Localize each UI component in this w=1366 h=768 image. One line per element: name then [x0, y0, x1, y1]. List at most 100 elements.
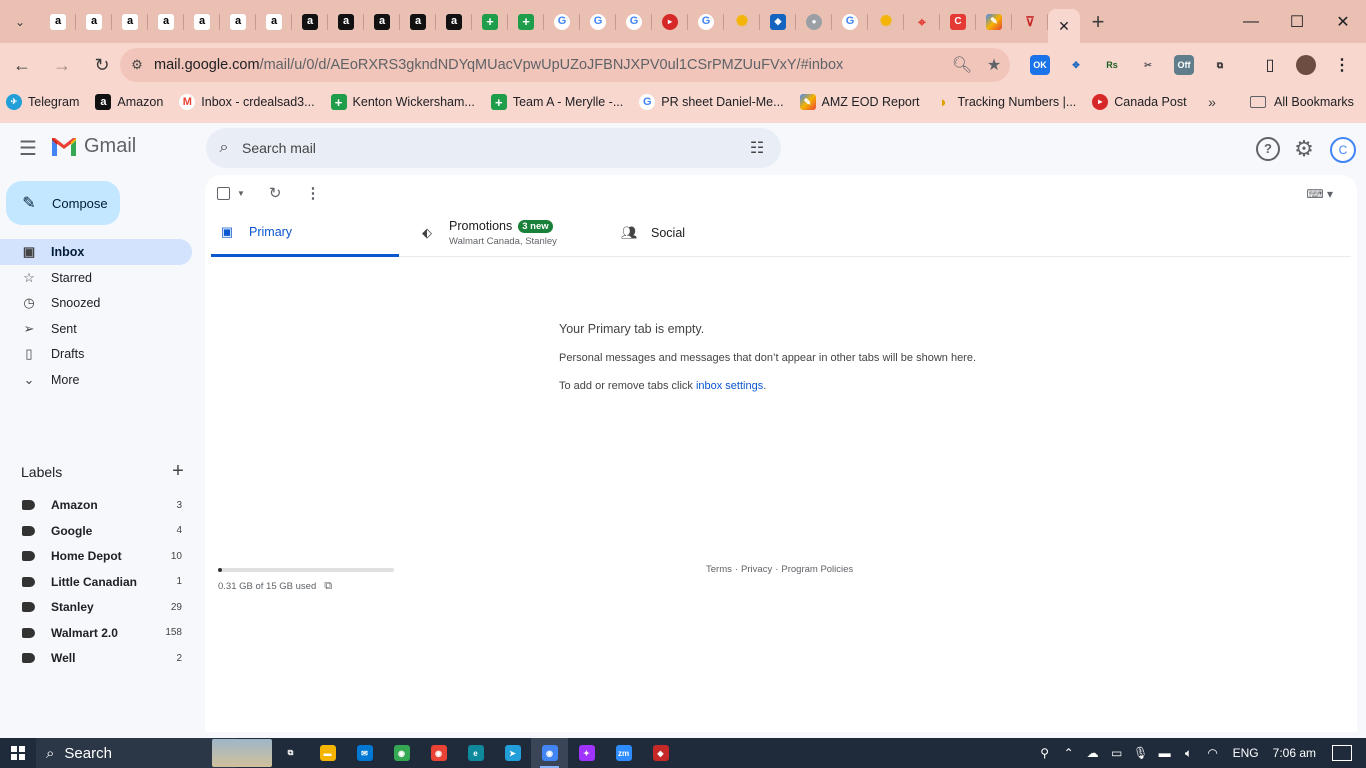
new-tab-button[interactable]: +	[1080, 0, 1116, 43]
label-item[interactable]: Amazon 3	[0, 493, 192, 517]
bookmark-gmail[interactable]: M Inbox - crdealsad3...	[179, 94, 315, 110]
browser-tab[interactable]: a	[148, 0, 184, 43]
side-panel-icon[interactable]: ▯	[1252, 48, 1288, 82]
taskbar-search[interactable]: ⌕ Search	[36, 738, 236, 768]
bookmark-rainbow[interactable]: ✎ AMZ EOD Report	[799, 94, 919, 110]
browser-tab[interactable]: G	[688, 0, 724, 43]
clock[interactable]: 7:06 am	[1273, 746, 1316, 760]
bookmark-google[interactable]: G PR sheet Daniel-Me...	[639, 94, 784, 110]
main-menu-icon[interactable]: ☰	[16, 137, 40, 161]
bookmark-canada-post[interactable]: ▸ Canada Post	[1092, 94, 1187, 110]
back-button[interactable]: ←	[4, 47, 40, 83]
browser-tab[interactable]: G	[832, 0, 868, 43]
people-search-icon[interactable]: ⚲	[1033, 746, 1057, 760]
taskbar-app-other-app[interactable]: ◆	[642, 738, 679, 768]
bookmark-sheets[interactable]: + Kenton Wickersham...	[330, 94, 475, 110]
taskbar-app-telegram[interactable]: ➤	[494, 738, 531, 768]
help-icon[interactable]: ?	[1256, 137, 1280, 161]
close-tab-icon[interactable]: ✕	[1058, 18, 1070, 35]
extension-button[interactable]: ✥	[1058, 48, 1094, 82]
browser-tab[interactable]: G	[544, 0, 580, 43]
bookmark-amazon[interactable]: a Amazon	[95, 94, 163, 110]
create-label-icon[interactable]: +	[170, 460, 186, 483]
microphone-icon[interactable]: 🎙︎	[1129, 746, 1153, 760]
bookmark-sheets[interactable]: + Team A - Merylle -...	[490, 94, 623, 110]
browser-tab[interactable]: a	[328, 0, 364, 43]
browser-tab[interactable]: ✺	[724, 0, 760, 43]
taskbar-app-zoom[interactable]: zm	[605, 738, 642, 768]
reload-button[interactable]: ↻	[84, 47, 120, 83]
browser-tab[interactable]: a	[112, 0, 148, 43]
language-indicator[interactable]: ENG	[1233, 746, 1259, 760]
address-bar[interactable]: ⚙ mail.google.com/mail/u/0/d/AEoRXRS3gkn…	[120, 48, 1010, 82]
taskbar-app-edge[interactable]: e	[457, 738, 494, 768]
sidebar-item-drafts[interactable]: ▯ Drafts	[0, 341, 192, 367]
sidebar-item-sent[interactable]: ➢ Sent	[0, 316, 192, 342]
zoom-search-icon[interactable]: 🔍︎	[946, 55, 978, 75]
taskbar-app-chrome[interactable]: ◉	[383, 738, 420, 768]
extension-button[interactable]: OK	[1022, 48, 1058, 82]
browser-tab[interactable]: +	[508, 0, 544, 43]
wifi-icon[interactable]: ◠	[1201, 746, 1225, 760]
show-hidden-icons-icon[interactable]: ⌃	[1057, 746, 1081, 760]
start-button[interactable]	[0, 738, 36, 768]
url-text[interactable]: mail.google.com/mail/u/0/d/AEoRXRS3gkndN…	[154, 57, 946, 73]
bookmarks-overflow-icon[interactable]: »	[1200, 87, 1224, 117]
bookmark-telegram[interactable]: ✈ Telegram	[6, 94, 79, 110]
privacy-link[interactable]: Privacy	[741, 564, 772, 575]
browser-tab[interactable]: ⊽	[1012, 0, 1048, 43]
refresh-icon[interactable]: ↻	[269, 184, 282, 202]
settings-gear-icon[interactable]: ⚙	[1290, 135, 1318, 163]
browser-tab[interactable]: a	[364, 0, 400, 43]
label-item[interactable]: Home Depot 10	[0, 544, 192, 568]
battery-icon[interactable]: ▬	[1153, 746, 1177, 760]
tab-search-chevron-icon[interactable]: ⌄	[0, 0, 40, 43]
search-options-icon[interactable]: ☷	[733, 138, 781, 158]
extension-button[interactable]: Rs	[1094, 48, 1130, 82]
sidebar-item-inbox[interactable]: ▣ Inbox	[0, 239, 192, 265]
terms-link[interactable]: Terms	[706, 564, 732, 575]
label-item[interactable]: Stanley 29	[0, 595, 192, 619]
device-icon[interactable]: ▭	[1105, 746, 1129, 760]
active-tab[interactable]: ✕	[1048, 9, 1080, 43]
taskbar-app-mail[interactable]: ✉	[346, 738, 383, 768]
browser-tab[interactable]: a	[292, 0, 328, 43]
bookmark-taco[interactable]: ◗ Tracking Numbers |...	[935, 94, 1076, 110]
account-avatar[interactable]: C	[1330, 137, 1356, 163]
taskbar-app-messenger[interactable]: ✦	[568, 738, 605, 768]
browser-tab[interactable]: ✎	[976, 0, 1012, 43]
extension-button[interactable]: ⧉	[1202, 48, 1238, 82]
taskbar-app-file-explorer[interactable]: ▬	[309, 738, 346, 768]
extension-button[interactable]: ✂	[1130, 48, 1166, 82]
tab-social[interactable]: 👥︎ Social	[621, 209, 771, 257]
browser-tab[interactable]: ⌖	[904, 0, 940, 43]
forward-button[interactable]: →	[44, 47, 80, 83]
browser-tab[interactable]: G	[580, 0, 616, 43]
select-all-checkbox[interactable]	[217, 186, 230, 200]
volume-icon[interactable]: 🔈︎	[1177, 746, 1201, 761]
browser-tab[interactable]: G	[616, 0, 652, 43]
select-dropdown-icon[interactable]: ▼	[237, 189, 245, 198]
sidebar-item-starred[interactable]: ☆ Starred	[0, 265, 192, 291]
extension-button[interactable]: Off	[1166, 48, 1202, 82]
gmail-logo[interactable]: Gmail	[50, 135, 136, 158]
more-actions-icon[interactable]: ⋮	[306, 184, 321, 202]
program-policies-link[interactable]: Program Policies	[781, 564, 853, 575]
browser-tab[interactable]: C	[940, 0, 976, 43]
tab-promotions[interactable]: ⬖ Promotions 3 new Walmart Canada, Stanl…	[419, 209, 609, 257]
sidebar-item-more[interactable]: ⌄ More	[0, 367, 192, 393]
tab-primary[interactable]: ▣ Primary	[211, 209, 399, 257]
search-input[interactable]	[242, 128, 733, 168]
compose-button[interactable]: ✎ Compose	[6, 181, 120, 225]
label-item[interactable]: Little Canadian 1	[0, 570, 192, 594]
browser-tab[interactable]: ●	[796, 0, 832, 43]
all-bookmarks-button[interactable]: All Bookmarks	[1250, 87, 1354, 117]
chrome-menu-icon[interactable]: ⋮	[1324, 48, 1360, 82]
browser-tab[interactable]: ◆	[760, 0, 796, 43]
taskbar-app-chrome-active[interactable]: ◉	[531, 738, 568, 768]
input-tools-keyboard-icon[interactable]: ⌨ ▾	[1306, 187, 1333, 201]
maximize-button[interactable]: ☐	[1274, 0, 1320, 43]
browser-tab[interactable]: +	[472, 0, 508, 43]
label-item[interactable]: Google 4	[0, 519, 192, 543]
browser-tab[interactable]: a	[400, 0, 436, 43]
